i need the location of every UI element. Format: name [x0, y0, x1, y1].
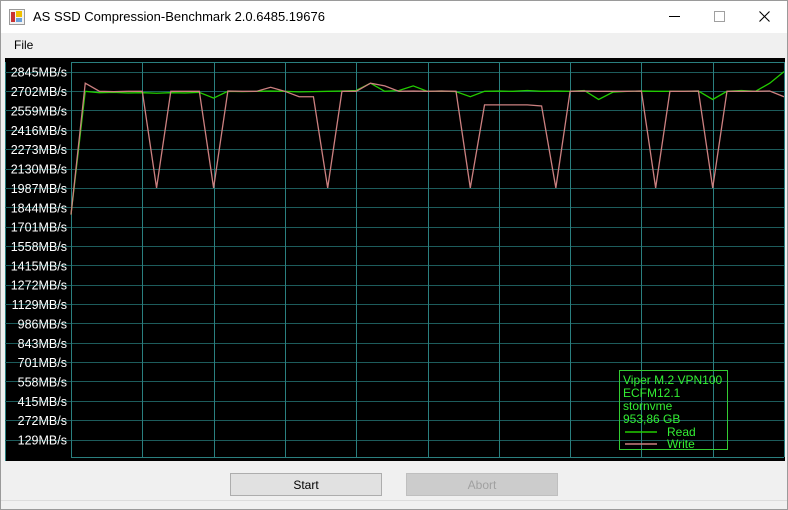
maximize-button[interactable] [697, 1, 742, 32]
y-axis-tick-label: 129MB/s [18, 434, 67, 448]
y-axis-tick-label: 2845MB/s [11, 66, 67, 80]
y-axis-tick-label: 701MB/s [18, 356, 67, 370]
status-bar [1, 500, 787, 509]
window-title: AS SSD Compression-Benchmark 2.0.6485.19… [33, 9, 325, 24]
y-axis-tick-label: 1129MB/s [12, 298, 67, 312]
minimize-icon [669, 11, 680, 22]
y-axis-tick-label: 2702MB/s [11, 85, 67, 99]
window-controls [652, 1, 787, 32]
y-axis-tick-label: 2559MB/s [11, 104, 67, 118]
legend-capacity: 953,86 GB [623, 412, 680, 426]
y-axis-tick-label: 986MB/s [18, 317, 67, 331]
abort-button: Abort [406, 473, 558, 496]
y-axis-tick-label: 1844MB/s [11, 201, 67, 215]
y-axis-tick-label: 843MB/s [18, 337, 67, 351]
y-axis-tick-label: 558MB/s [18, 375, 67, 389]
menu-bar: File [1, 33, 787, 58]
y-axis-tick-label: 1558MB/s [11, 240, 67, 254]
y-axis-tick-label: 415MB/s [18, 395, 67, 409]
y-axis-tick-label: 1701MB/s [11, 221, 67, 235]
close-icon [759, 11, 770, 22]
y-axis-tick-label: 2130MB/s [11, 163, 67, 177]
benchmark-chart: 2845MB/s 2702MB/s 2559MB/s 2416MB/s 2273MB/s… [5, 58, 783, 461]
maximize-icon [714, 11, 725, 22]
y-axis-tick-label: 1272MB/s [11, 279, 67, 293]
y-axis-tick-label: 2273MB/s [11, 143, 67, 157]
start-button[interactable]: Start [230, 473, 382, 496]
legend-label-write: Write [667, 437, 695, 451]
app-window: AS SSD Compression-Benchmark 2.0.6485.19… [0, 0, 788, 510]
legend-driver: stornvme [623, 399, 673, 413]
y-axis-tick-label: 1415MB/s [11, 259, 67, 273]
chart-canvas: 2845MB/s 2702MB/s 2559MB/s 2416MB/s 2273MB/s… [5, 58, 785, 461]
app-icon [9, 9, 25, 25]
y-axis-tick-label: 1987MB/s [11, 182, 67, 196]
close-button[interactable] [742, 1, 787, 32]
menu-item-file[interactable]: File [6, 35, 41, 55]
y-axis-tick-label: 2416MB/s [11, 124, 67, 138]
title-bar: AS SSD Compression-Benchmark 2.0.6485.19… [1, 1, 787, 33]
legend-firmware: ECFM12.1 [623, 386, 681, 400]
minimize-button[interactable] [652, 1, 697, 32]
y-axis-tick-label: 272MB/s [18, 414, 67, 428]
legend-device: Viper M.2 VPN100 [623, 373, 722, 387]
